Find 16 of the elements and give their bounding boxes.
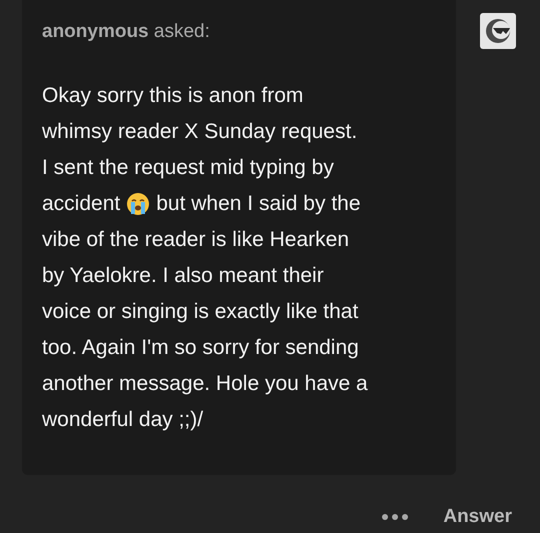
more-options-icon[interactable]: [381, 513, 410, 522]
avatar-icon[interactable]: [480, 13, 516, 49]
message-line: wonderful day ;;)/: [42, 406, 204, 433]
message-line: by Yaelokre. I also meant their: [42, 262, 324, 289]
message-line: vibe of the reader is like Hearken: [42, 226, 349, 253]
answer-button[interactable]: Answer: [443, 503, 512, 532]
message-line: another message. Hole you have a: [42, 370, 368, 397]
message-line: Okay sorry this is anon from: [42, 82, 304, 109]
message-line: accident: [42, 190, 120, 217]
message-line: too. Again I'm so sorry for sending: [42, 334, 359, 361]
message-line: whimsy reader X Sunday request.: [42, 118, 358, 145]
message-line: voice or singing is exactly like that: [42, 298, 358, 325]
asker-line: anonymous asked:: [42, 20, 211, 44]
message-line: I sent the request mid typing by: [42, 154, 334, 181]
crying-face-icon: [126, 192, 150, 216]
message-line: but when I said by the: [156, 190, 361, 217]
